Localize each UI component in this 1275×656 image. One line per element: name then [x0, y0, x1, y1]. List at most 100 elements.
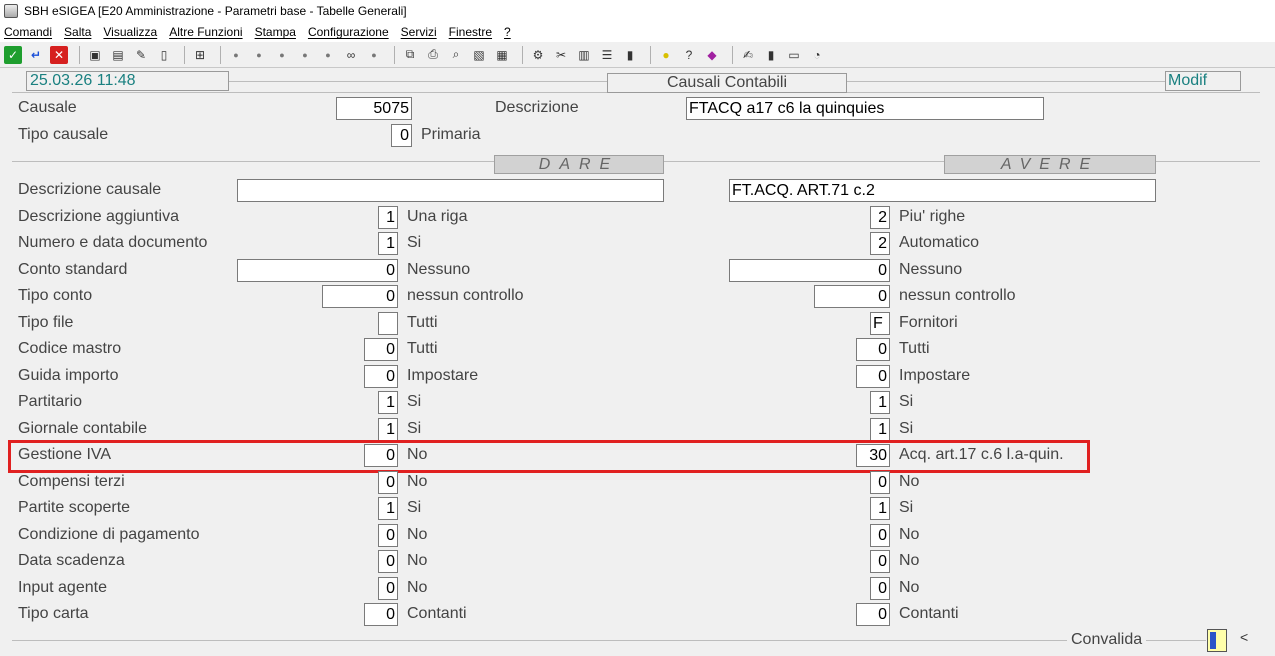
- avere-value-field[interactable]: 0: [856, 338, 890, 361]
- f1-icon[interactable]: ●: [227, 46, 245, 64]
- dare-value-field[interactable]: 1: [378, 497, 398, 520]
- toolbar-separator: [394, 45, 395, 64]
- f4-icon[interactable]: ●: [296, 46, 314, 64]
- dare-value-field[interactable]: 0: [378, 577, 398, 600]
- avere-tipo-file-field[interactable]: F: [870, 312, 890, 335]
- avere-value-field[interactable]: 0: [856, 365, 890, 388]
- dare-value-field[interactable]: 0: [378, 550, 398, 573]
- dare-gestione-iva-field[interactable]: 0: [364, 444, 398, 467]
- avere-value-field[interactable]: 0: [870, 471, 890, 494]
- tools-icon[interactable]: ✂: [552, 46, 570, 64]
- list-icon[interactable]: ☰: [598, 46, 616, 64]
- confirm-icon[interactable]: ✓: [4, 45, 22, 64]
- lightbulb-icon[interactable]: ●: [657, 46, 675, 64]
- dare-value-field[interactable]: 0: [378, 524, 398, 547]
- menu-stampa[interactable]: Stampa: [255, 25, 296, 39]
- dare-value-field[interactable]: 1: [378, 418, 398, 441]
- toolbar-separator: [184, 45, 185, 64]
- avere-tipo-conto-field[interactable]: 0: [814, 285, 890, 308]
- tree-icon[interactable]: ⊞: [191, 46, 209, 64]
- toolbar-separator: [79, 45, 80, 64]
- device-icon[interactable]: ▮: [762, 46, 780, 64]
- monitor-icon[interactable]: ▭: [785, 46, 803, 64]
- descrizione-field[interactable]: FTACQ a17 c6 la quinquies: [686, 97, 1044, 120]
- dare-tipo-conto-field[interactable]: 0: [322, 285, 398, 308]
- menu-help[interactable]: ?: [504, 25, 511, 39]
- dare-tipo-file-field[interactable]: [378, 312, 398, 335]
- menu-configurazione[interactable]: Configurazione: [308, 25, 389, 39]
- avere-value-field[interactable]: 0: [870, 524, 890, 547]
- dare-conto-standard-field[interactable]: 0: [237, 259, 398, 282]
- avere-gestione-iva-field[interactable]: 30: [856, 444, 890, 467]
- image-icon[interactable]: ▧: [470, 46, 488, 64]
- dare-value-desc: Si: [407, 234, 422, 251]
- avere-value-desc: Fornitori: [899, 314, 958, 331]
- avere-value-field[interactable]: 2: [870, 206, 890, 229]
- menu-altre-funzioni[interactable]: Altre Funzioni: [169, 25, 242, 39]
- f2-icon[interactable]: ●: [250, 46, 268, 64]
- grid-icon[interactable]: ▦: [493, 46, 511, 64]
- row-label: Condizione di pagamento: [18, 526, 200, 543]
- menu-comandi[interactable]: Comandi: [4, 25, 52, 39]
- dare-value-field[interactable]: 1: [378, 206, 398, 229]
- clock-icon[interactable]: ◔: [808, 46, 826, 64]
- avere-conto-standard-field[interactable]: 0: [729, 259, 890, 282]
- footer-rule: [12, 640, 1067, 641]
- help-icon[interactable]: ?: [680, 46, 698, 64]
- dare-value-field[interactable]: 0: [364, 365, 398, 388]
- dare-value-field[interactable]: 1: [378, 391, 398, 414]
- enter-icon[interactable]: ↵: [27, 46, 45, 64]
- dare-value-desc: Si: [407, 393, 422, 410]
- settings-icon[interactable]: ⚙: [529, 46, 547, 64]
- record-icon[interactable]: ▣: [86, 46, 104, 64]
- row-label: Descrizione aggiuntiva: [18, 208, 179, 225]
- avere-value-field[interactable]: 2: [870, 232, 890, 255]
- pen-icon[interactable]: ✍: [739, 46, 757, 64]
- cancel-icon[interactable]: ✕: [50, 45, 68, 64]
- chart-icon[interactable]: ▮: [621, 46, 639, 64]
- avere-value-desc: No: [899, 579, 920, 596]
- convalida-arrow[interactable]: <: [1240, 629, 1248, 645]
- menu-visualizza[interactable]: Visualizza: [103, 25, 157, 39]
- avere-value-field[interactable]: 1: [870, 418, 890, 441]
- menu-salta[interactable]: Salta: [64, 25, 91, 39]
- page-icon[interactable]: ▯: [155, 46, 173, 64]
- causale-field[interactable]: 5075: [336, 97, 412, 120]
- f5-icon[interactable]: ●: [319, 46, 337, 64]
- convalida-button[interactable]: [1207, 629, 1227, 652]
- form-area: 25.03.26 11:48 Causali Contabili Modif C…: [0, 68, 1275, 656]
- avere-value-field[interactable]: 0: [870, 577, 890, 600]
- dare-descrizione-causale-field[interactable]: [237, 179, 664, 202]
- toolbar: ✓ ↵ ✕ ▣ ▤ ✎ ▯ ⊞ ● ● ● ● ● ∞ ● ⧉ ⎙ ⌕ ▧ ▦ …: [0, 42, 1275, 68]
- avere-value-field[interactable]: 0: [856, 603, 890, 626]
- copy-icon[interactable]: ⧉: [401, 46, 419, 64]
- window-title: SBH eSIGEA [E20 Amministrazione - Parame…: [24, 4, 407, 18]
- avere-value-field[interactable]: 1: [870, 497, 890, 520]
- toolbar-separator: [220, 45, 221, 64]
- dare-value-desc: Contanti: [407, 605, 467, 622]
- tipo-causale-field[interactable]: 0: [391, 124, 412, 147]
- book-icon[interactable]: ◆: [703, 46, 721, 64]
- avere-value-field[interactable]: 1: [870, 391, 890, 414]
- edit-icon[interactable]: ✎: [132, 46, 150, 64]
- print-icon[interactable]: ⎙: [424, 46, 442, 64]
- record-next-icon[interactable]: ▤: [109, 46, 127, 64]
- dare-value-field[interactable]: 0: [378, 471, 398, 494]
- dare-value-desc: No: [407, 552, 428, 569]
- dare-value-field[interactable]: 0: [364, 338, 398, 361]
- print-preview-icon[interactable]: ⌕: [447, 46, 465, 64]
- avere-value-desc: Si: [899, 499, 914, 516]
- report-icon[interactable]: ▥: [575, 46, 593, 64]
- f3-icon[interactable]: ●: [273, 46, 291, 64]
- dare-value-field[interactable]: 1: [378, 232, 398, 255]
- avere-descrizione-causale-field[interactable]: FT.ACQ. ART.71 c.2: [729, 179, 1156, 202]
- f6-icon[interactable]: ●: [365, 46, 383, 64]
- menu-servizi[interactable]: Servizi: [401, 25, 437, 39]
- menu-finestre[interactable]: Finestre: [449, 25, 492, 39]
- dare-value-desc: Impostare: [407, 367, 479, 384]
- dare-value-field[interactable]: 0: [364, 603, 398, 626]
- row-label: Gestione IVA: [18, 446, 112, 463]
- avere-value-field[interactable]: 0: [870, 550, 890, 573]
- mode-indicator: Modif: [1165, 71, 1241, 91]
- binoculars-icon[interactable]: ∞: [342, 46, 360, 64]
